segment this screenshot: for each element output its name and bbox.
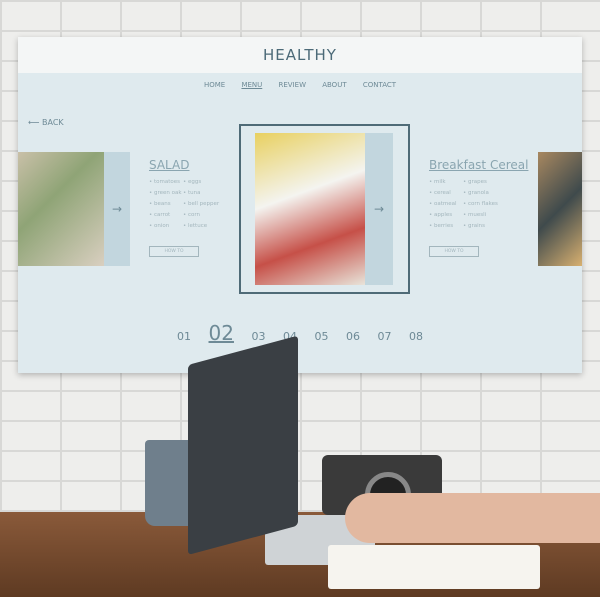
website-mockup: HEALTHY HOME MENU REVIEW ABOUT CONTACT ⟵… — [18, 37, 582, 373]
back-button[interactable]: ⟵ BACK — [28, 118, 64, 127]
hands — [345, 493, 600, 543]
arrow-right-icon: → — [111, 202, 123, 216]
salad-howto-button[interactable]: HOW TO — [149, 246, 199, 257]
ingredient: • apples — [429, 212, 453, 218]
nav-review[interactable]: REVIEW — [279, 81, 306, 89]
kitchen-photo — [538, 152, 582, 266]
ingredient: • milk — [429, 179, 446, 185]
cereal-ingredients: • milk • grapes • cereal • granola • oatme… — [429, 179, 503, 229]
nav-home[interactable]: HOME — [204, 81, 225, 89]
page-07[interactable]: 07 — [377, 330, 391, 343]
arrow-left-icon: ⟵ — [28, 118, 43, 127]
back-label: BACK — [42, 118, 64, 127]
nav-bar: HOME MENU REVIEW ABOUT CONTACT — [18, 81, 582, 89]
notebook — [328, 545, 540, 589]
ingredient: • corn flakes — [463, 201, 498, 207]
salad-next-button[interactable]: → — [104, 152, 130, 266]
ingredient: • onion — [149, 223, 170, 229]
nav-contact[interactable]: CONTACT — [363, 81, 396, 89]
salad-photo — [18, 152, 104, 266]
ingredient: • green oak — [149, 190, 182, 196]
ingredient: • cereal — [429, 190, 451, 196]
arrow-right-icon: → — [373, 202, 385, 216]
ingredient: • muesli — [463, 212, 487, 218]
ingredient: • corn — [183, 212, 201, 218]
ingredient: • berries — [429, 223, 454, 229]
page-06[interactable]: 06 — [346, 330, 360, 343]
page-05[interactable]: 05 — [314, 330, 328, 343]
laptop-screen — [188, 335, 298, 555]
page-01[interactable]: 01 — [177, 330, 191, 343]
salad-title: SALAD — [149, 158, 190, 172]
ingredient: • tuna — [183, 190, 201, 196]
site-title: HEALTHY — [18, 37, 582, 73]
page-02-current[interactable]: 02 — [209, 321, 234, 345]
nav-menu[interactable]: MENU — [241, 81, 262, 89]
featured-next-button[interactable]: → — [365, 133, 393, 285]
pagination: 01 02 03 04 05 06 07 08 — [18, 321, 582, 345]
page-08[interactable]: 08 — [409, 330, 423, 343]
ingredient: • granola — [463, 190, 489, 196]
ingredient: • bell pepper — [183, 201, 220, 207]
cereal-howto-button[interactable]: HOW TO — [429, 246, 479, 257]
ingredient: • lettuce — [183, 223, 208, 229]
page-03[interactable]: 03 — [251, 330, 265, 343]
ingredient: • beans — [149, 201, 171, 207]
salad-ingredients: • tomatoes • eggs • green oak • tuna • bea… — [149, 179, 223, 229]
ingredient: • grains — [463, 223, 485, 229]
ingredient: • grapes — [463, 179, 487, 185]
ingredient: • tomatoes — [149, 179, 181, 185]
cereal-title: Breakfast Cereal — [429, 158, 529, 172]
ingredient: • oatmeal — [429, 201, 457, 207]
ingredient: • carrot — [149, 212, 171, 218]
featured-cereal-photo — [255, 133, 365, 285]
ingredient: • eggs — [183, 179, 202, 185]
nav-about[interactable]: ABOUT — [322, 81, 346, 89]
